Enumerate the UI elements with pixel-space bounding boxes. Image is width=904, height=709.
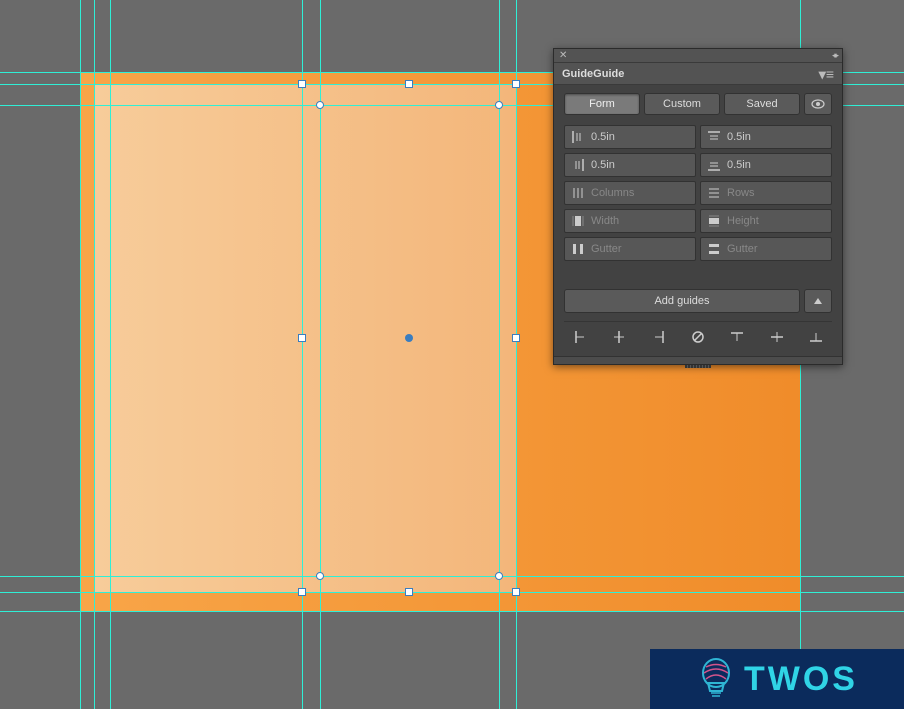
gutter-h-icon [571,242,585,256]
close-icon[interactable]: ✕ [559,50,567,61]
collapse-icon[interactable]: ◂▸ [832,50,837,61]
guideguide-panel[interactable]: ✕ ◂▸ GuideGuide ▾≡ Form Custom Saved 0.5… [553,48,843,365]
gutter-v-field[interactable]: Gutter [700,237,832,261]
margin-right-value: 0.5in [591,159,615,171]
align-bottom-icon [809,330,823,344]
guide-top-edge-button[interactable] [723,326,751,348]
selection-handle[interactable] [405,588,413,596]
anchor-point[interactable] [495,572,503,580]
margin-left-value: 0.5in [591,131,615,143]
guide-vertical[interactable] [516,0,517,709]
tab-form[interactable]: Form [564,93,640,115]
guide-horizontal[interactable] [0,611,904,612]
gutter-h-placeholder: Gutter [591,243,622,255]
gutter-v-placeholder: Gutter [727,243,758,255]
columns-icon [571,186,585,200]
anchor-point[interactable] [316,101,324,109]
height-field[interactable]: Height [700,209,832,233]
columns-field[interactable]: Columns [564,181,696,205]
guide-hcenter-button[interactable] [763,326,791,348]
panel-title: GuideGuide [562,68,624,80]
columns-placeholder: Columns [591,187,634,199]
guide-horizontal[interactable] [0,592,904,593]
selection-handle[interactable] [512,80,520,88]
tab-saved[interactable]: Saved [724,93,800,115]
width-icon [571,214,585,228]
watermark-text: TWOS [744,660,858,699]
margin-right-field[interactable]: 0.5in [564,153,696,177]
guide-horizontal[interactable] [0,576,904,577]
margin-bottom-icon [707,158,721,172]
panel-resize-grip[interactable] [554,356,842,364]
panel-body: Form Custom Saved 0.5in 0.5in [554,85,842,356]
align-left-icon [573,330,587,344]
anchor-point[interactable] [495,101,503,109]
gutter-h-field[interactable]: Gutter [564,237,696,261]
margin-top-icon [707,130,721,144]
anchor-point[interactable] [316,572,324,580]
align-vcenter-icon [612,330,626,344]
selection-handle[interactable] [405,80,413,88]
height-icon [707,214,721,228]
visibility-toggle[interactable] [804,93,832,115]
guide-right-edge-button[interactable] [645,326,673,348]
selection-handle[interactable] [512,588,520,596]
triangle-up-icon [813,296,823,306]
guide-vertical[interactable] [94,0,95,709]
margin-bottom-field[interactable]: 0.5in [700,153,832,177]
grip-icon [685,365,711,368]
guide-vcenter-button[interactable] [605,326,633,348]
selection-handle[interactable] [298,80,306,88]
expand-button[interactable] [804,289,832,313]
watermark: TWOS [650,649,904,709]
rows-field[interactable]: Rows [700,181,832,205]
margin-top-value: 0.5in [727,131,751,143]
clear-guides-button[interactable] [684,326,712,348]
guide-left-edge-button[interactable] [566,326,594,348]
align-right-icon [652,330,666,344]
gutter-v-icon [707,242,721,256]
panel-title-bar[interactable]: GuideGuide ▾≡ [554,63,842,85]
align-hcenter-icon [770,330,784,344]
margin-right-icon [571,158,585,172]
margin-left-icon [571,130,585,144]
add-guides-button[interactable]: Add guides [564,289,800,313]
margin-left-field[interactable]: 0.5in [564,125,696,149]
guide-vertical[interactable] [110,0,111,709]
width-placeholder: Width [591,215,619,227]
selection-handle[interactable] [298,588,306,596]
margin-bottom-value: 0.5in [727,159,751,171]
guide-bottom-edge-button[interactable] [802,326,830,348]
lightbulb-icon [696,659,736,699]
selection-handle[interactable] [512,334,520,342]
tab-custom[interactable]: Custom [644,93,720,115]
panel-header-bar[interactable]: ✕ ◂▸ [554,49,842,63]
selection-handle[interactable] [298,334,306,342]
guide-vertical[interactable] [80,0,81,709]
rows-icon [707,186,721,200]
width-field[interactable]: Width [564,209,696,233]
margin-top-field[interactable]: 0.5in [700,125,832,149]
panel-menu-icon[interactable]: ▾≡ [819,69,834,79]
height-placeholder: Height [727,215,759,227]
rows-placeholder: Rows [727,187,755,199]
eye-icon [811,97,825,111]
clear-icon [691,330,705,344]
align-top-icon [730,330,744,344]
guide-vertical[interactable] [302,0,303,709]
selection-center[interactable] [405,334,413,342]
